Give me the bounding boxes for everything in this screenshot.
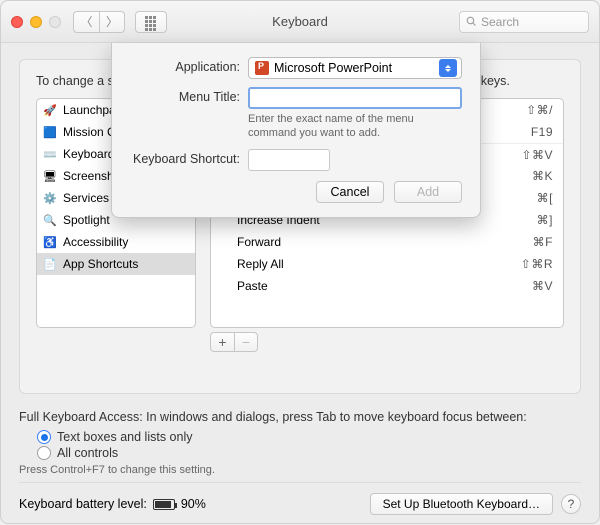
- menu-title-hint: Enter the exact name of the menu command…: [248, 112, 462, 141]
- mission-icon: 🟦: [43, 125, 57, 139]
- radio-icon: [37, 446, 51, 460]
- app-icon: 📄: [43, 257, 57, 271]
- show-all-button[interactable]: [135, 11, 167, 33]
- minimize-window-button[interactable]: [30, 16, 42, 28]
- fka-heading: Full Keyboard Access: In windows and dia…: [19, 410, 581, 424]
- battery-percent: 90%: [181, 497, 206, 511]
- add-shortcut-button[interactable]: +: [210, 332, 234, 352]
- keyboard-prefs-window: 〈 〉 Keyboard Search To change a shortcut…: [0, 0, 600, 524]
- menu-title-input[interactable]: [248, 87, 462, 109]
- content-area: To change a shortcut, select it, click t…: [1, 43, 599, 525]
- titlebar: 〈 〉 Keyboard Search: [1, 1, 599, 43]
- fka-option-all[interactable]: All controls: [37, 446, 581, 460]
- sidebar-item-app[interactable]: 📄App Shortcuts: [37, 253, 195, 275]
- menu-title-label: Menu Title:: [130, 87, 248, 104]
- full-keyboard-access: Full Keyboard Access: In windows and dia…: [19, 410, 581, 476]
- close-window-button[interactable]: [11, 16, 23, 28]
- forward-button[interactable]: 〉: [99, 11, 125, 33]
- zoom-window-button: [49, 16, 61, 28]
- add-button: Add: [394, 181, 462, 203]
- application-value: Microsoft PowerPoint: [274, 61, 392, 75]
- bottom-bar: Keyboard battery level: 90% Set Up Bluet…: [19, 482, 581, 515]
- battery-icon: [153, 499, 175, 510]
- radio-selected-icon: [37, 430, 51, 444]
- cancel-button[interactable]: Cancel: [316, 181, 384, 203]
- launchpad-icon: 🚀: [43, 103, 57, 117]
- add-shortcut-sheet: Application: Microsoft PowerPoint Menu T…: [111, 43, 481, 218]
- fka-option-textboxes[interactable]: Text boxes and lists only: [37, 430, 581, 444]
- keyboard-icon: ⌨️: [43, 147, 57, 161]
- shortcut-row[interactable]: Paste⌘V: [211, 275, 563, 297]
- chevron-updown-icon: [439, 59, 457, 77]
- search-placeholder: Search: [481, 15, 519, 29]
- back-button[interactable]: 〈: [73, 11, 99, 33]
- sidebar-item-accessibility[interactable]: ♿Accessibility: [37, 231, 195, 253]
- spotlight-icon: 🔍: [43, 213, 57, 227]
- search-icon: [466, 16, 477, 27]
- add-remove-segment: + −: [210, 332, 564, 352]
- window-controls: [11, 16, 61, 28]
- gear-icon: ⚙️: [43, 191, 57, 205]
- fka-hint: Press Control+F7 to change this setting.: [19, 464, 581, 476]
- nav-segment: 〈 〉: [73, 11, 125, 33]
- application-label: Application:: [130, 57, 248, 74]
- bluetooth-keyboard-button[interactable]: Set Up Bluetooth Keyboard…: [370, 493, 553, 515]
- keyboard-shortcut-input[interactable]: [248, 149, 330, 171]
- powerpoint-icon: [255, 61, 269, 75]
- shortcut-row[interactable]: Reply All⇧⌘R: [211, 253, 563, 275]
- battery-label: Keyboard battery level:: [19, 497, 147, 511]
- shortcut-row[interactable]: Forward⌘F: [211, 231, 563, 253]
- application-dropdown[interactable]: Microsoft PowerPoint: [248, 57, 462, 79]
- keyboard-shortcut-label: Keyboard Shortcut:: [130, 149, 248, 166]
- accessibility-icon: ♿: [43, 235, 57, 249]
- help-button[interactable]: ?: [561, 494, 581, 514]
- screens-icon: 🖥: [43, 169, 57, 183]
- search-field[interactable]: Search: [459, 11, 589, 33]
- remove-shortcut-button: −: [234, 332, 258, 352]
